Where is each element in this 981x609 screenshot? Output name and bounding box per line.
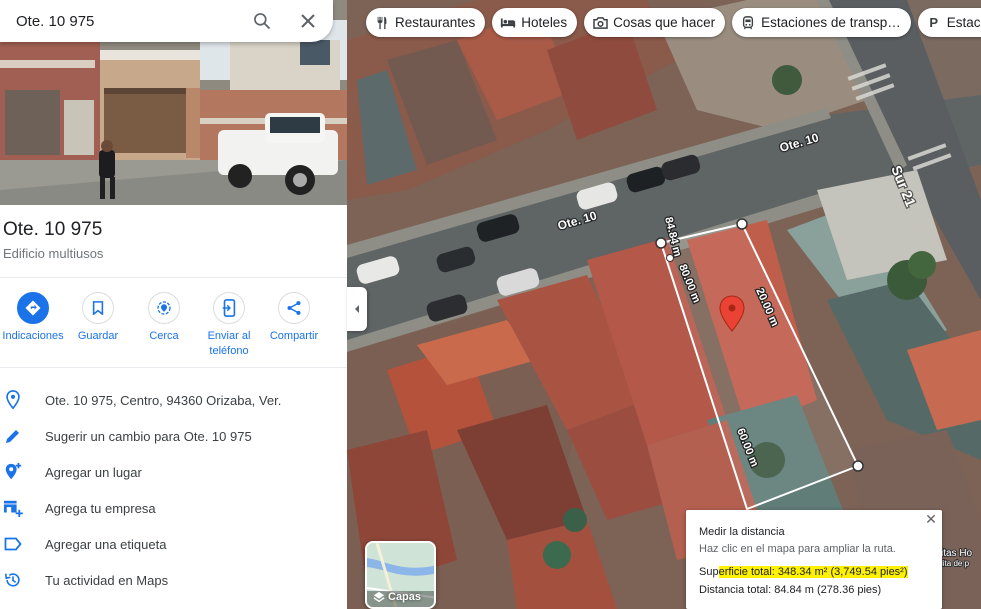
share-button[interactable]: Compartir bbox=[261, 292, 327, 344]
send-to-phone-button[interactable]: Enviar al teléfono bbox=[196, 292, 262, 359]
add-place-row[interactable]: Agregar un lugar bbox=[0, 454, 347, 490]
poi-sublabel-partial: lita de p bbox=[941, 559, 970, 568]
layers-label-wrap: Capas bbox=[373, 591, 421, 603]
send-to-phone-icon bbox=[213, 292, 245, 324]
add-place-text: Agregar un lugar bbox=[45, 464, 142, 480]
category-chips: Restaurantes Hoteles Cosas que hacer Est… bbox=[366, 8, 981, 37]
chip-things-to-do[interactable]: Cosas que hacer bbox=[584, 8, 726, 37]
address-text: Ote. 10 975, Centro, 94360 Orizaba, Ver. bbox=[45, 392, 282, 408]
directions-label: Indicaciones bbox=[2, 330, 64, 342]
layers-button[interactable]: Capas bbox=[365, 541, 436, 609]
layers-label: Capas bbox=[388, 591, 422, 603]
chip-transit-label: Estaciones de transp… bbox=[761, 15, 901, 30]
measure-hint: Haz clic en el mapa para ampliar la ruta… bbox=[699, 543, 896, 555]
share-icon bbox=[278, 292, 310, 324]
search-input[interactable] bbox=[16, 12, 236, 30]
measure-total-distance: Distancia total: 84.84 m (278.36 pies) bbox=[699, 584, 882, 596]
chevron-left-icon bbox=[355, 305, 359, 313]
bookmark-icon bbox=[82, 292, 114, 324]
search-box bbox=[0, 0, 333, 42]
nearby-icon bbox=[148, 292, 180, 324]
chip-things-to-do-label: Cosas que hacer bbox=[613, 15, 716, 30]
add-place-icon bbox=[1, 462, 25, 482]
collapse-panel-button[interactable] bbox=[347, 287, 367, 331]
save-label: Guardar bbox=[77, 330, 119, 342]
close-icon[interactable] bbox=[296, 9, 320, 33]
camera-icon bbox=[592, 15, 608, 31]
nearby-button[interactable]: Cerca bbox=[131, 292, 197, 344]
measure-total-area: Superficie total: 348.34 m² (3,749.54 pi… bbox=[699, 566, 908, 578]
address-row[interactable]: Ote. 10 975, Centro, 94360 Orizaba, Ver. bbox=[0, 382, 347, 418]
divider bbox=[0, 367, 347, 368]
search-icon[interactable] bbox=[250, 9, 274, 33]
add-business-text: Agrega tu empresa bbox=[45, 500, 156, 516]
suggest-edit-row[interactable]: Sugerir un cambio para Ote. 10 975 bbox=[0, 418, 347, 454]
measure-area-prefix: Sup bbox=[699, 566, 719, 578]
suggest-edit-text: Sugerir un cambio para Ote. 10 975 bbox=[45, 428, 252, 444]
add-business-row[interactable]: Agrega tu empresa bbox=[0, 490, 347, 526]
measure-vertex[interactable] bbox=[852, 460, 864, 472]
maps-activity-text: Tu actividad en Maps bbox=[45, 572, 169, 588]
add-label-row[interactable]: Agregar una etiqueta bbox=[0, 526, 347, 562]
chip-restaurants[interactable]: Restaurantes bbox=[366, 8, 486, 37]
location-pin-icon bbox=[1, 390, 25, 410]
restaurant-icon bbox=[374, 15, 390, 31]
layers-icon bbox=[373, 591, 385, 603]
hotel-icon bbox=[500, 15, 516, 31]
chip-parking-label: Estaciona bbox=[946, 15, 981, 30]
place-category[interactable]: Edificio multiusos bbox=[3, 246, 103, 261]
share-label: Compartir bbox=[269, 330, 319, 342]
poi-label-partial[interactable]: itas Ho bbox=[940, 547, 974, 560]
parking-icon: P bbox=[929, 15, 939, 30]
measure-title: Medir la distancia bbox=[699, 526, 785, 538]
add-business-icon bbox=[1, 499, 25, 517]
close-icon[interactable]: ✕ bbox=[924, 512, 938, 526]
maps-activity-row[interactable]: Tu actividad en Maps bbox=[0, 562, 347, 598]
save-button[interactable]: Guardar bbox=[65, 292, 131, 344]
chip-restaurants-label: Restaurantes bbox=[395, 15, 476, 30]
measure-area-value: erficie total: 348.34 m² (3,749.54 pies²… bbox=[718, 566, 908, 578]
place-panel: Ote. 10 975 Edificio multiusos Indicacio… bbox=[0, 0, 347, 609]
label-icon bbox=[1, 537, 25, 551]
send-to-phone-label: Enviar al teléfono bbox=[207, 330, 251, 357]
nearby-label: Cerca bbox=[149, 330, 179, 342]
chip-hotels[interactable]: Hoteles bbox=[492, 8, 578, 37]
divider bbox=[0, 277, 347, 278]
add-label-text: Agregar una etiqueta bbox=[45, 536, 167, 552]
measure-distance-card: Medir la distancia Haz clic en el mapa p… bbox=[686, 510, 942, 609]
place-title: Ote. 10 975 bbox=[3, 219, 103, 240]
pencil-icon bbox=[1, 427, 25, 445]
measure-vertex[interactable] bbox=[736, 218, 748, 230]
directions-button[interactable]: Indicaciones bbox=[0, 292, 66, 344]
chip-parking[interactable]: P Estaciona bbox=[917, 8, 981, 37]
chip-transit[interactable]: Estaciones de transp… bbox=[732, 8, 911, 37]
transit-icon bbox=[740, 15, 756, 31]
directions-icon bbox=[17, 292, 49, 324]
chip-hotels-label: Hoteles bbox=[521, 15, 568, 30]
history-icon bbox=[1, 571, 25, 589]
measure-vertex[interactable] bbox=[655, 237, 667, 249]
